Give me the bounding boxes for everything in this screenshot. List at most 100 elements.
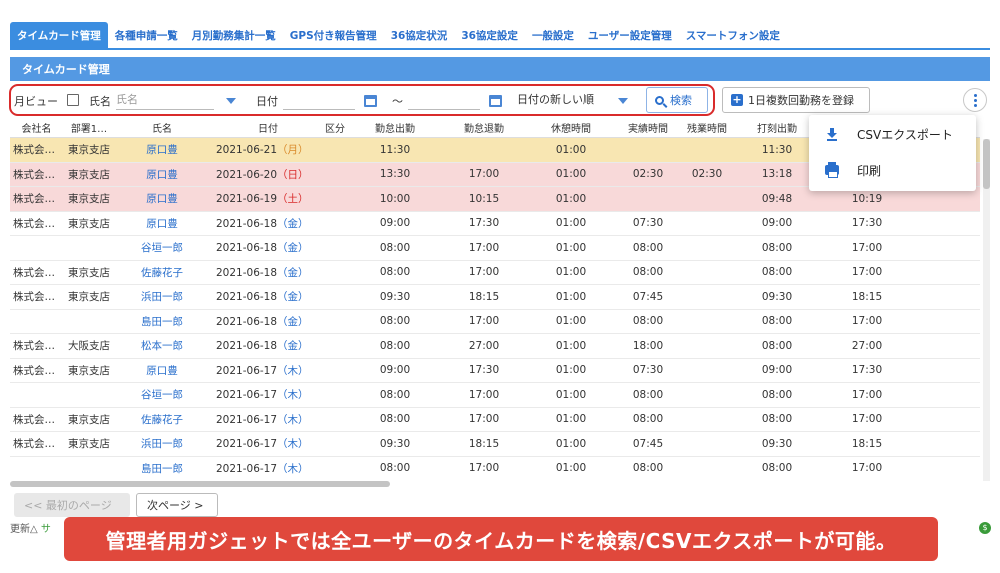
weekday: （金） (277, 266, 309, 279)
csv-export-menu-item[interactable]: CSVエクスポート (809, 117, 976, 151)
user-name-link[interactable]: 佐藤花子 (118, 265, 206, 280)
actual-cell: 08:00 (632, 266, 664, 279)
vertical-scrollbar[interactable] (983, 139, 990, 481)
csv-export-label: CSVエクスポート (857, 127, 953, 142)
user-name-link[interactable]: 浜田一郎 (118, 289, 206, 304)
name-input-placeholder: 氏名 (116, 92, 138, 106)
search-button[interactable]: 検索 (646, 87, 708, 113)
date-value: 2021-06-17 (216, 462, 278, 475)
sort-select[interactable]: 日付の新しい順 (517, 91, 594, 107)
user-name-link[interactable]: 原口豊 (118, 216, 206, 231)
tab-item[interactable]: 36協定状況 (384, 22, 455, 48)
kebab-icon (963, 88, 987, 112)
user-name-link[interactable]: 谷垣一郎 (118, 240, 206, 255)
weekday: （金） (277, 291, 309, 304)
first-page-button[interactable]: << 最初のページ (14, 493, 130, 517)
overtime-cell: 02:30 (691, 168, 723, 181)
weekday: （木） (277, 438, 309, 451)
tab-item[interactable]: 一般設定 (525, 22, 581, 48)
punch_in-cell: 08:00 (761, 241, 793, 254)
in-cell: 09:30 (379, 437, 411, 450)
next-page-button[interactable]: 次ページ > (136, 493, 218, 517)
table-row[interactable]: 株式会… 東京支店 原口豊 2021-06-18（金） 09:00 17:30 01:00 0… (10, 212, 980, 236)
print-icon (825, 162, 839, 178)
in-cell: 08:00 (379, 413, 411, 426)
table-row[interactable]: 谷垣一郎 2021-06-17（木） 08:00 17:00 01:00 08:00 08:… (10, 383, 980, 408)
column-header[interactable]: 勤怠退勤 (440, 120, 528, 135)
punch_out-cell: 17:00 (851, 388, 883, 401)
column-header[interactable]: 部署1… (60, 120, 118, 135)
table-row[interactable]: 島田一郎 2021-06-17（木） 08:00 17:00 01:00 08:00 08:… (10, 457, 980, 481)
user-name-link[interactable]: 島田一郎 (118, 461, 206, 476)
table-row[interactable]: 株式会… 大阪支店 松本一郎 2021-06-18（金） 08:00 27:00 01:00… (10, 334, 980, 359)
tab-item[interactable]: ユーザー設定管理 (581, 22, 679, 48)
table-row[interactable]: 株式会… 東京支店 浜田一郎 2021-06-17（木） 09:30 18:15 01:00… (10, 432, 980, 457)
user-name-link[interactable]: 松本一郎 (118, 338, 206, 353)
calendar-icon[interactable] (489, 95, 502, 107)
search-button-label: 検索 (670, 94, 692, 107)
column-header[interactable]: 実績時間 (614, 120, 682, 135)
user-name-link[interactable]: 原口豊 (118, 167, 206, 182)
print-menu-item[interactable]: 印刷 (809, 153, 976, 187)
in-cell: 08:00 (379, 266, 411, 279)
column-header[interactable]: 勤怠出勤 (350, 120, 440, 135)
user-name-link[interactable]: 原口豊 (118, 142, 206, 157)
calendar-icon[interactable] (364, 95, 377, 107)
in-cell: 08:00 (379, 388, 411, 401)
table-row[interactable]: 株式会… 東京支店 佐藤花子 2021-06-17（木） 08:00 17:00 01:00… (10, 408, 980, 432)
punch_out-cell: 17:00 (851, 241, 883, 254)
break-cell: 01:00 (555, 192, 587, 205)
chevron-down-icon[interactable] (618, 98, 628, 104)
out-cell: 17:00 (468, 266, 500, 279)
date-to-input[interactable] (408, 88, 480, 110)
column-header[interactable]: 会社名 (10, 120, 60, 135)
user-name-link[interactable]: 島田一郎 (118, 314, 206, 329)
actual-cell: 07:30 (632, 364, 664, 377)
horizontal-scrollbar[interactable] (10, 481, 390, 487)
tab-item[interactable]: 月別勤務集計一覧 (185, 22, 283, 48)
tab-item[interactable]: 各種申請一覧 (108, 22, 185, 48)
more-menu-button[interactable] (963, 88, 987, 112)
column-header[interactable]: 休憩時間 (528, 120, 614, 135)
dept-cell: 大阪支店 (68, 340, 110, 353)
name-input[interactable]: 氏名 (116, 88, 214, 110)
tab-item[interactable]: 36協定設定 (454, 22, 525, 48)
company-cell: 株式会… (13, 438, 55, 451)
punch_out-cell: 17:00 (851, 413, 883, 426)
tab-item[interactable]: タイムカード管理 (10, 22, 108, 48)
date-value: 2021-06-18 (216, 242, 278, 255)
dept-cell: 東京支店 (68, 144, 110, 157)
user-name-link[interactable]: 原口豊 (118, 191, 206, 206)
table-row[interactable]: 株式会… 東京支店 佐藤花子 2021-06-18（金） 08:00 17:00 01:00… (10, 261, 980, 285)
user-name-link[interactable]: 谷垣一郎 (118, 387, 206, 402)
in-cell: 11:30 (379, 143, 411, 156)
weekday-value: 金 (287, 242, 299, 255)
user-name-link[interactable]: 原口豊 (118, 363, 206, 378)
column-header[interactable]: 残業時間 (682, 120, 732, 135)
tab-item[interactable]: GPS付き報告管理 (283, 22, 384, 48)
register-button-label: 1日複数回勤務を登録 (748, 94, 854, 107)
date-from-input[interactable] (283, 88, 355, 110)
register-multiple-shifts-button[interactable]: + 1日複数回勤務を登録 (722, 87, 870, 113)
updated-label: 更新△ (10, 524, 38, 535)
user-name-link[interactable]: 浜田一郎 (118, 436, 206, 451)
date-value: 2021-06-20 (216, 168, 278, 181)
table-row[interactable]: 島田一郎 2021-06-18（金） 08:00 17:00 01:00 08:00 08:… (10, 310, 980, 334)
column-header[interactable]: 区分 (320, 120, 350, 135)
table-row[interactable]: 株式会… 東京支店 原口豊 2021-06-17（木） 09:00 17:30 01:00 0… (10, 359, 980, 383)
table-row[interactable]: 谷垣一郎 2021-06-18（金） 08:00 17:00 01:00 08:00 08:… (10, 236, 980, 261)
in-cell: 09:30 (379, 290, 411, 303)
tab-item[interactable]: スマートフォン設定 (679, 22, 787, 48)
column-header[interactable]: 日付 (206, 120, 320, 135)
table-row[interactable]: 株式会… 東京支店 浜田一郎 2021-06-18（金） 09:30 18:15 01:00… (10, 285, 980, 310)
month-view-checkbox[interactable] (67, 94, 79, 106)
column-header[interactable]: 氏名 (118, 120, 206, 135)
chevron-down-icon[interactable] (226, 98, 236, 104)
range-separator: ～ (392, 95, 403, 108)
highlight-box (9, 84, 715, 116)
date-cell: 2021-06-18（金） (206, 338, 320, 353)
dept-cell: 東京支店 (68, 217, 110, 230)
date-value: 2021-06-18 (216, 266, 278, 279)
out-cell: 17:00 (468, 388, 500, 401)
user-name-link[interactable]: 佐藤花子 (118, 412, 206, 427)
